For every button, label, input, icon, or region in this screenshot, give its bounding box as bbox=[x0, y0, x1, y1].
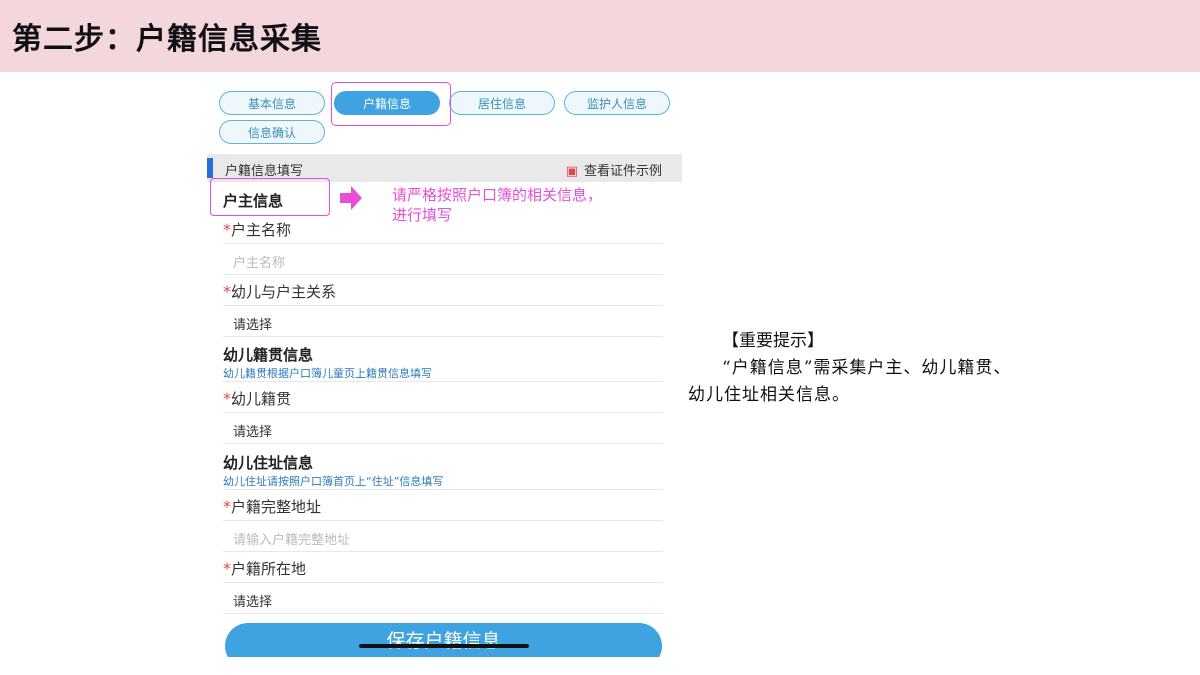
full-address-input[interactable]: 请输入户籍完整地址 bbox=[223, 521, 663, 552]
tab-residence-info[interactable]: 居住信息 bbox=[449, 91, 555, 115]
household-head-name-label: 户主名称 bbox=[231, 221, 292, 239]
required-star: * bbox=[223, 389, 231, 408]
tip-heading: 【重要提示】 bbox=[722, 331, 824, 351]
address-title: 幼儿住址信息 bbox=[223, 454, 314, 472]
tip-body: “户籍信息”需采集户主、幼儿籍贯、幼儿住址相关信息。 bbox=[688, 358, 1012, 405]
callout-arrow-icon bbox=[340, 186, 362, 210]
location-label: 户籍所在地 bbox=[231, 560, 307, 578]
household-head-name-placeholder: 户主名称 bbox=[233, 256, 286, 271]
slide-header: 第二步：户籍信息采集 bbox=[0, 0, 1200, 72]
relation-select-value: 请选择 bbox=[233, 318, 273, 333]
address-header: 幼儿住址信息 幼儿住址请按照户口簿首页上“住址”信息填写 bbox=[223, 448, 663, 490]
native-place-label: 幼儿籍贯 bbox=[231, 390, 292, 408]
full-address-label: 户籍完整地址 bbox=[231, 498, 322, 516]
important-tip: 【重要提示】 “户籍信息”需采集户主、幼儿籍贯、幼儿住址相关信息。 bbox=[688, 328, 1028, 409]
required-star: * bbox=[223, 497, 231, 516]
native-place-select[interactable]: 请选择 bbox=[223, 413, 663, 444]
section-accent-bar bbox=[207, 158, 213, 178]
required-star: * bbox=[223, 282, 231, 301]
native-place-label-row: *幼儿籍贯 bbox=[223, 382, 663, 413]
tab-bar: 基本信息 户籍信息 居住信息 监护人信息 信息确认 bbox=[207, 82, 682, 154]
required-star: * bbox=[223, 220, 231, 239]
location-label-row: *户籍所在地 bbox=[223, 552, 663, 583]
household-head-name-input[interactable]: 户主名称 bbox=[223, 244, 663, 275]
phone-screenshot: 基本信息 户籍信息 居住信息 监护人信息 信息确认 户籍信息填写 ▣ 查看证件示例… bbox=[207, 82, 682, 657]
save-household-button[interactable]: 保存户籍信息 bbox=[225, 623, 662, 657]
location-select-value: 请选择 bbox=[233, 595, 273, 610]
full-address-label-row: *户籍完整地址 bbox=[223, 490, 663, 521]
tab-basic-info[interactable]: 基本信息 bbox=[219, 91, 325, 115]
location-select[interactable]: 请选择 bbox=[223, 583, 663, 614]
required-star: * bbox=[223, 559, 231, 578]
active-tab-highlight bbox=[331, 82, 451, 126]
relation-label-row: *幼儿与户主关系 bbox=[223, 275, 663, 306]
tab-guardian-info[interactable]: 监护人信息 bbox=[564, 91, 670, 115]
page-title: 第二步：户籍信息采集 bbox=[12, 22, 322, 57]
view-sample-label: 查看证件示例 bbox=[583, 164, 662, 179]
full-address-placeholder: 请输入户籍完整地址 bbox=[233, 533, 351, 548]
native-place-select-value: 请选择 bbox=[233, 425, 273, 440]
camera-icon: ▣ bbox=[565, 164, 578, 179]
native-place-header: 幼儿籍贯信息 幼儿籍贯根据户口簿儿童页上籍贯信息填写 bbox=[223, 340, 663, 382]
household-head-title: 户主信息 bbox=[223, 192, 284, 210]
view-sample-link[interactable]: ▣ 查看证件示例 bbox=[566, 160, 662, 179]
tab-confirm-info[interactable]: 信息确认 bbox=[219, 120, 325, 144]
relation-label: 幼儿与户主关系 bbox=[231, 283, 337, 301]
section-title: 户籍信息填写 bbox=[225, 164, 304, 179]
home-indicator bbox=[359, 644, 529, 648]
address-note: 幼儿住址请按照户口簿首页上“住址”信息填写 bbox=[223, 475, 444, 488]
native-place-title: 幼儿籍贯信息 bbox=[223, 346, 314, 364]
native-place-note: 幼儿籍贯根据户口簿儿童页上籍贯信息填写 bbox=[223, 367, 432, 380]
callout-text: 请严格按照户口簿的相关信息，进行填写 bbox=[392, 186, 603, 224]
relation-select[interactable]: 请选择 bbox=[223, 306, 663, 337]
